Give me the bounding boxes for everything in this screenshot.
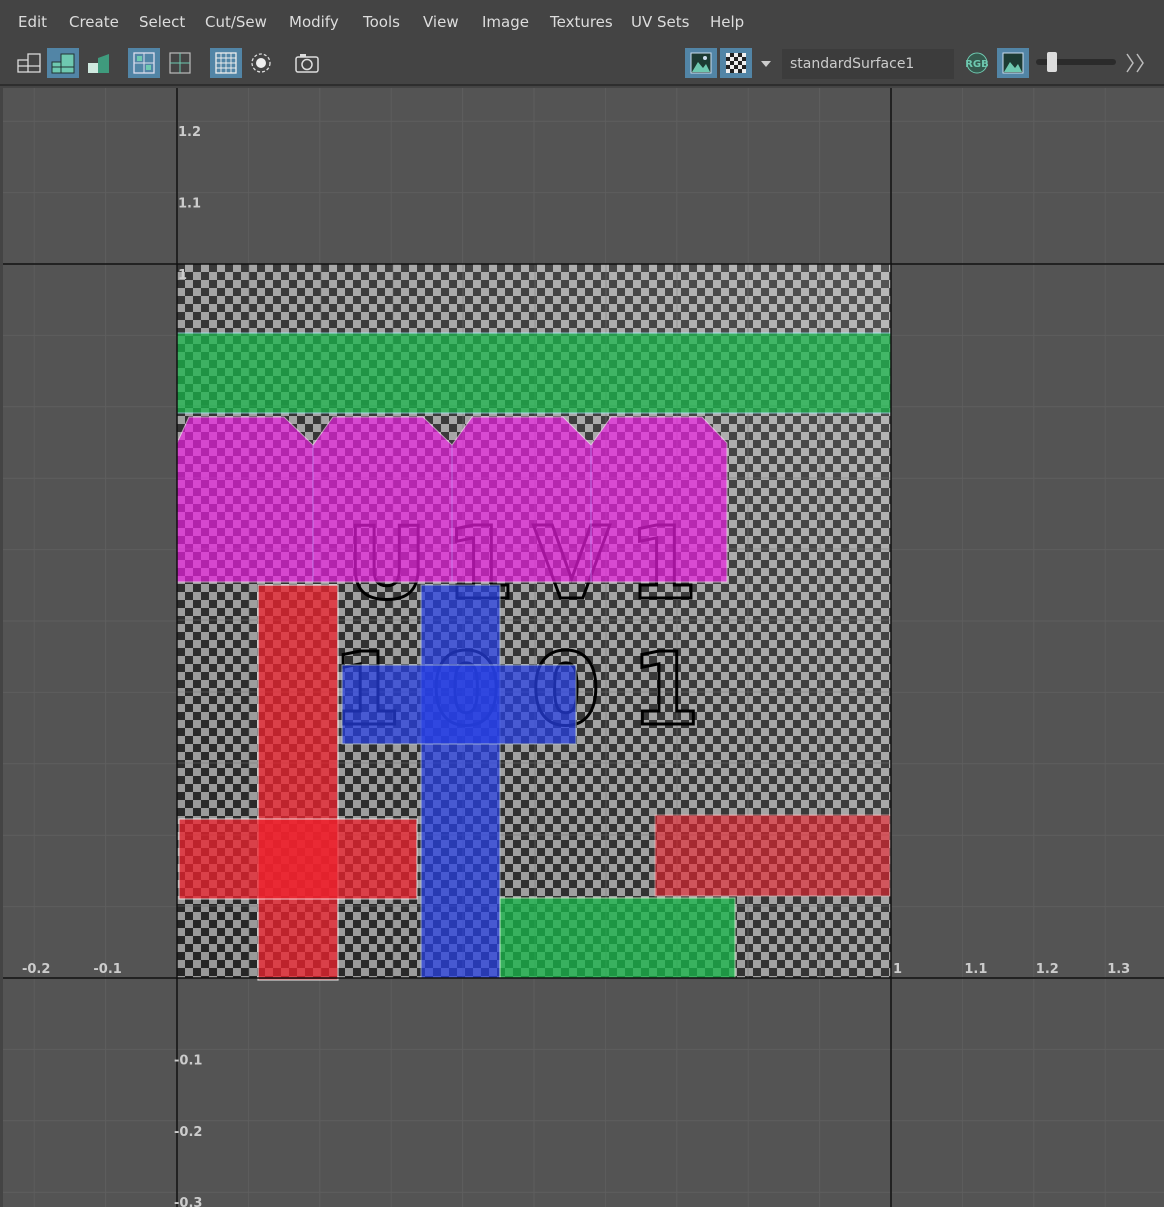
uv-editor-viewport[interactable]: U1V1 1001 -0.2-0.111.11.21.31.21.11-0.1-…	[3, 88, 1164, 1207]
menu-modify[interactable]: Modify	[289, 0, 339, 44]
uv-shell-border-icon[interactable]	[13, 48, 45, 78]
v-tick-label: 1	[178, 268, 187, 283]
u-tick-label: 1.3	[1107, 962, 1130, 977]
uv-toolbar: standardSurface1 RGB	[0, 44, 1164, 86]
exposure-image-icon[interactable]	[997, 48, 1029, 78]
menu-textures[interactable]: Textures	[550, 0, 613, 44]
u-tick-label: -0.2	[22, 962, 50, 977]
menu-help[interactable]: Help	[710, 0, 744, 44]
uv-shell-blue-vertical[interactable]	[420, 584, 501, 979]
snapshot-camera-icon[interactable]	[291, 48, 323, 78]
v-tick-label: -0.3	[174, 1196, 202, 1207]
isolate-icon[interactable]	[245, 48, 277, 78]
menu-cut-sew[interactable]: Cut/Sew	[205, 0, 267, 44]
udim-grid-icon[interactable]	[164, 48, 196, 78]
uv-shell-red-vertical[interactable]	[257, 584, 339, 981]
pixel-grid-icon[interactable]	[210, 48, 242, 78]
rgb-channel-icon[interactable]: RGB	[962, 48, 994, 78]
u-tick-label: 1	[893, 962, 902, 977]
v-tick-label: -0.1	[174, 1053, 202, 1068]
toolbar-more-icon[interactable]	[1122, 48, 1150, 78]
menu-view[interactable]: View	[423, 0, 459, 44]
uv-shell-green-bottom[interactable]	[499, 897, 736, 979]
uv-shell-green-top[interactable]	[176, 332, 892, 414]
checker-tiles-icon[interactable]	[720, 48, 752, 78]
checker-dropdown-icon[interactable]	[756, 48, 776, 78]
menu-image[interactable]: Image	[482, 0, 529, 44]
menu-uv-sets[interactable]: UV Sets	[631, 0, 689, 44]
menu-bar: Edit Create Select Cut/Sew Modify Tools …	[0, 0, 1164, 44]
v-tick-label: -0.2	[174, 1125, 202, 1140]
u-tick-label: -0.1	[93, 962, 121, 977]
uv-shell-blue-horizontal[interactable]	[341, 664, 577, 745]
u-tick-label: 1.2	[1036, 962, 1059, 977]
menu-edit[interactable]: Edit	[18, 0, 47, 44]
shader-name-field[interactable]: standardSurface1	[782, 49, 954, 79]
menu-create[interactable]: Create	[69, 0, 119, 44]
shaded-uv-icon[interactable]	[47, 48, 79, 78]
uv-canvas[interactable]: U1V1 1001 -0.2-0.111.11.21.31.21.11-0.1-…	[3, 88, 1164, 1207]
distortion-icon[interactable]	[82, 48, 114, 78]
rgb-channel-label: RGB	[965, 59, 989, 70]
menu-select[interactable]: Select	[139, 0, 185, 44]
uv-grid-icon[interactable]	[128, 48, 160, 78]
uv-shell-red-horizontal[interactable]	[178, 818, 418, 900]
uv-shell-red-right[interactable]	[654, 814, 891, 897]
v-tick-label: 1.1	[178, 197, 201, 212]
image-display-icon[interactable]	[685, 48, 717, 78]
exposure-slider-handle[interactable]	[1047, 52, 1057, 72]
v-tick-label: 1.2	[178, 125, 201, 140]
u-tick-label: 1.1	[964, 962, 987, 977]
menu-tools[interactable]: Tools	[363, 0, 400, 44]
